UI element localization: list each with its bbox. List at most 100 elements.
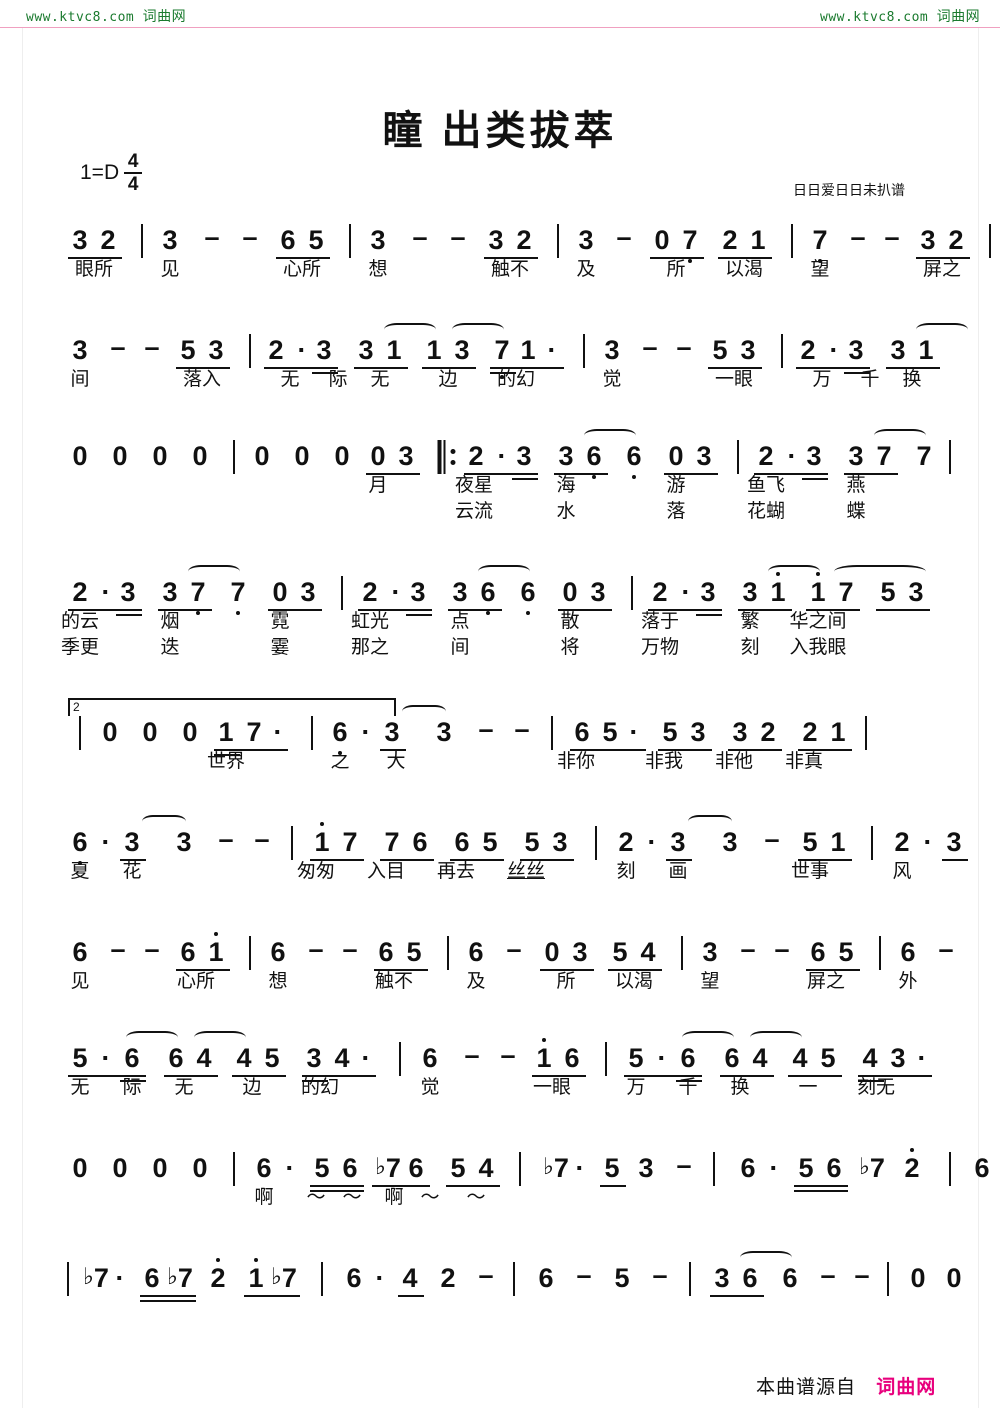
barline xyxy=(141,224,143,258)
note: 3 xyxy=(316,335,332,365)
barline xyxy=(311,716,313,750)
lyric-syllable: 的幻 xyxy=(300,1077,340,1098)
note: 2 xyxy=(468,441,484,471)
note: 3 xyxy=(436,717,452,747)
note: 5 xyxy=(880,577,896,607)
lyric-syllable-verse2: 季更 xyxy=(60,637,100,658)
lyric-syllable: 大 xyxy=(386,751,406,772)
duration-dash: – xyxy=(242,222,258,252)
note: 0 xyxy=(182,717,198,747)
duration-dash: – xyxy=(342,934,358,964)
note: 3 xyxy=(306,1043,322,1073)
note: 7 xyxy=(230,577,246,607)
time-signature: 4 4 xyxy=(124,152,143,194)
augmentation-dot: · xyxy=(647,827,657,857)
note: 6 xyxy=(724,1043,740,1073)
barline xyxy=(605,1042,607,1076)
beam-line xyxy=(796,367,870,369)
note: 0 xyxy=(102,717,118,747)
note: 3 xyxy=(890,335,906,365)
note: 6 xyxy=(342,1153,358,1183)
lyric-syllable: 无 xyxy=(280,369,300,390)
music-system: 3– –5 3 2 · 3 3 1 1 3 7 1 · 3– –5 3 2 · 3 3 1 间落入无际无边的幻觉一眼万千换 xyxy=(66,323,968,422)
barline xyxy=(447,936,449,970)
note: 0 xyxy=(112,441,128,471)
watermark-left: www.ktvc8.com 词曲网 xyxy=(26,6,186,26)
note: ♭7 xyxy=(859,1153,885,1183)
lyric-syllable: 非他 xyxy=(714,751,754,772)
note: 4 xyxy=(334,1043,350,1073)
music-system: 6 · 3 3– –1 7 7 6 6 5 5 3 2 · 3 3–5 1 2 · 3 夏花匆匆 入目 再去 丝丝刻画世事风 xyxy=(66,815,968,914)
note: 6 xyxy=(144,1263,160,1293)
note: 6 xyxy=(520,577,536,607)
barline xyxy=(583,334,585,368)
lyric-syllable-verse2: 将 xyxy=(560,637,580,658)
lyric-syllable: 屏之 xyxy=(806,971,846,992)
augmentation-dot: · xyxy=(273,717,283,747)
note: 3 xyxy=(604,335,620,365)
lyric-syllable: 以渴 xyxy=(724,259,764,280)
music-system: 2 · 3 3 7 7 0 3 2 · 3 3 6 6 0 3 2 · 3 3 1 1 7 5 3 的云烟霓虹光点散落于繁华之间季… xyxy=(61,565,936,664)
note: 2 xyxy=(618,827,634,857)
note: 1 xyxy=(536,1043,552,1073)
note: 2 xyxy=(760,717,776,747)
note: 3 xyxy=(72,225,88,255)
note: 3 xyxy=(714,1263,730,1293)
barline xyxy=(513,1262,515,1296)
barline xyxy=(79,716,81,750)
note: 3 xyxy=(890,1043,906,1073)
duration-dash: – xyxy=(144,934,160,964)
lyric-syllable: 烟 xyxy=(160,611,180,632)
note: 2 xyxy=(948,225,964,255)
note: 6 xyxy=(72,937,88,967)
lyric-syllable: 望 xyxy=(700,971,720,992)
note: 4 xyxy=(752,1043,768,1073)
note: 3 xyxy=(848,335,864,365)
note: 6 xyxy=(564,1043,580,1073)
lyric-syllable: 的幻 xyxy=(496,369,536,390)
lyric-syllable: 入目 xyxy=(366,861,406,882)
augmentation-dot: · xyxy=(361,1043,371,1073)
lyric-syllable: 换 xyxy=(730,1077,750,1098)
note-row: 3 2 3– –6 5 3– –3 2 3–0 7 2 1 7– –3 2 xyxy=(66,214,991,263)
octave-dot-high xyxy=(910,1148,914,1152)
note: 3 xyxy=(700,577,716,607)
lyric-row-2: 季更 迭 霎 那之 间 将 万物 刻 入我眼 xyxy=(61,637,936,664)
note: 3 xyxy=(120,577,136,607)
barline xyxy=(949,1152,951,1186)
note: 3 xyxy=(410,577,426,607)
repeat-dot xyxy=(450,460,456,465)
note: 6 xyxy=(408,1153,424,1183)
augmentation-dot: · xyxy=(657,1043,667,1073)
lyric-syllable: 心所 xyxy=(282,259,322,280)
lyric-row-1: 的云 烟 霓 虹光 点 散 落于 繁 华之间 xyxy=(61,611,936,638)
beam-line xyxy=(244,1295,300,1297)
beam-line xyxy=(794,1185,848,1187)
duration-dash: – xyxy=(642,332,658,362)
note: 3 xyxy=(384,717,400,747)
note: 2 xyxy=(100,225,116,255)
lyric-syllable: 风 xyxy=(892,861,912,882)
lyric-syllable: 华之间 xyxy=(789,611,847,632)
lyric-syllable: 觉 xyxy=(420,1077,440,1098)
augmentation-dot: · xyxy=(101,1043,111,1073)
flat-icon: ♭ xyxy=(859,1153,870,1179)
note: 7 xyxy=(246,717,262,747)
lyric-syllable: 心所 xyxy=(176,971,216,992)
barline xyxy=(781,334,783,368)
duration-dash: – xyxy=(144,332,160,362)
note: 6 xyxy=(168,1043,184,1073)
duration-dash: – xyxy=(576,1260,592,1290)
note: 3 xyxy=(558,441,574,471)
note: 5 xyxy=(602,717,618,747)
note: 7 xyxy=(342,827,358,857)
duration-dash: – xyxy=(254,824,270,854)
beam-line xyxy=(398,1295,424,1297)
lyric-syllable: 触不 xyxy=(490,259,530,280)
duration-dash: – xyxy=(110,934,126,964)
repeat-thin-bar xyxy=(443,440,446,474)
lyric-syllable-verse2: 万物 xyxy=(640,637,680,658)
duration-dash: – xyxy=(764,824,780,854)
lyric-syllable: 万 xyxy=(812,369,832,390)
note: 0 xyxy=(946,1263,962,1293)
